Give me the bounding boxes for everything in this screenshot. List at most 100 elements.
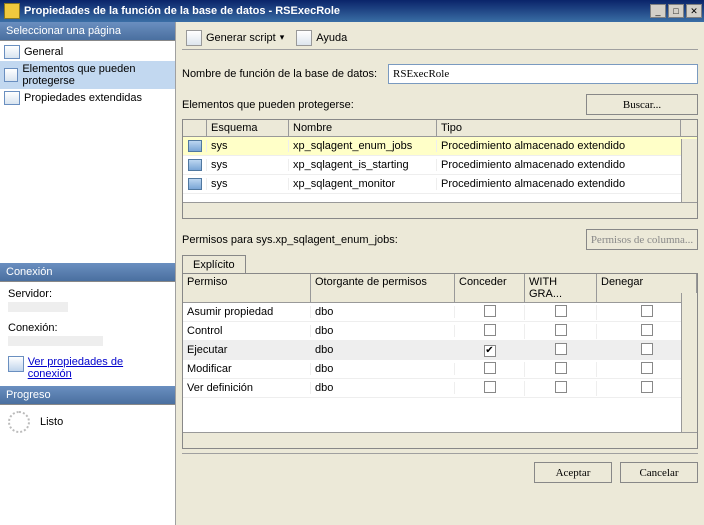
- perm-grantor: dbo: [311, 382, 455, 394]
- progress-text: Listo: [40, 416, 63, 428]
- checkbox[interactable]: [484, 305, 496, 317]
- checkbox[interactable]: [555, 343, 567, 355]
- help-label: Ayuda: [316, 32, 347, 44]
- sidebar-page-item[interactable]: General: [0, 43, 175, 61]
- grid-scroll-head: [681, 120, 697, 136]
- securables-row[interactable]: sysxp_sqlagent_monitorProcedimiento alma…: [183, 175, 697, 194]
- permissions-label: Permisos para sys.xp_sqlagent_enum_jobs:: [182, 234, 398, 246]
- select-page-header: Seleccionar una página: [0, 22, 175, 41]
- permission-row[interactable]: Ejecutardbo✔: [183, 341, 697, 360]
- cancel-button[interactable]: Cancelar: [620, 462, 698, 483]
- perm-grantor: dbo: [311, 363, 455, 375]
- help-button[interactable]: Ayuda: [292, 28, 351, 48]
- checkbox[interactable]: ✔: [484, 345, 496, 357]
- perm-grant-cell: [455, 381, 525, 396]
- securables-header-row: Elementos que pueden protegerse: Buscar.…: [182, 94, 698, 115]
- connection-props-icon: [8, 356, 24, 372]
- checkbox[interactable]: [641, 343, 653, 355]
- perm-name: Ejecutar: [183, 344, 311, 356]
- server-value: [8, 302, 68, 312]
- server-label: Servidor:: [8, 288, 167, 300]
- grid-header-schema[interactable]: Esquema: [207, 120, 289, 136]
- row-type: Procedimiento almacenado extendido: [437, 178, 697, 190]
- grid-vscrollbar[interactable]: [681, 139, 697, 202]
- checkbox[interactable]: [555, 305, 567, 317]
- row-name: xp_sqlagent_monitor: [289, 178, 437, 190]
- dialog-footer: Aceptar Cancelar: [182, 453, 698, 483]
- securables-row[interactable]: sysxp_sqlagent_enum_jobsProcedimiento al…: [183, 137, 697, 156]
- securables-grid-body: sysxp_sqlagent_enum_jobsProcedimiento al…: [183, 137, 697, 194]
- page-item-label: Propiedades extendidas: [24, 92, 142, 104]
- proc-icon: [188, 159, 202, 171]
- permissions-grid-header: Permiso Otorgante de permisos Conceder W…: [183, 274, 697, 303]
- proc-icon: [188, 178, 202, 190]
- grid-header-icon[interactable]: [183, 120, 207, 136]
- permission-row[interactable]: Asumir propiedaddbo: [183, 303, 697, 322]
- maximize-button[interactable]: □: [668, 4, 684, 18]
- checkbox[interactable]: [484, 362, 496, 374]
- generate-script-label: Generar script: [206, 32, 276, 44]
- row-name: xp_sqlagent_enum_jobs: [289, 140, 437, 152]
- perm-header-grantor[interactable]: Otorgante de permisos: [311, 274, 455, 302]
- perm-header-permission[interactable]: Permiso: [183, 274, 311, 302]
- row-type: Procedimiento almacenado extendido: [437, 159, 697, 171]
- securables-row[interactable]: sysxp_sqlagent_is_startingProcedimiento …: [183, 156, 697, 175]
- permission-row[interactable]: Ver definicióndbo: [183, 379, 697, 398]
- checkbox[interactable]: [641, 362, 653, 374]
- perm-withgrant-cell: [525, 305, 597, 320]
- view-connection-props-link[interactable]: Ver propiedades de conexión: [28, 356, 167, 380]
- perm-vscrollbar[interactable]: [681, 293, 697, 432]
- perm-name: Control: [183, 325, 311, 337]
- row-schema: sys: [207, 178, 289, 190]
- row-icon-cell: [183, 159, 207, 171]
- page-item-label: General: [24, 46, 63, 58]
- checkbox[interactable]: [555, 362, 567, 374]
- row-type: Procedimiento almacenado extendido: [437, 140, 697, 152]
- sidebar-page-item[interactable]: Propiedades extendidas: [0, 89, 175, 107]
- perm-name: Modificar: [183, 363, 311, 375]
- grid-header-type[interactable]: Tipo: [437, 120, 681, 136]
- page-icon: [4, 91, 20, 105]
- checkbox[interactable]: [555, 381, 567, 393]
- permission-row[interactable]: Modificardbo: [183, 360, 697, 379]
- help-icon: [296, 30, 312, 46]
- permissions-label-row: Permisos para sys.xp_sqlagent_enum_jobs:…: [182, 229, 698, 250]
- connection-body: Servidor: Conexión: Ver propiedades de c…: [0, 282, 175, 386]
- grid-header-name[interactable]: Nombre: [289, 120, 437, 136]
- generate-script-button[interactable]: Generar script: [182, 28, 288, 48]
- script-icon: [186, 30, 202, 46]
- securables-label: Elementos que pueden protegerse:: [182, 99, 354, 111]
- proc-icon: [188, 140, 202, 152]
- perm-withgrant-cell: [525, 381, 597, 396]
- row-name: xp_sqlagent_is_starting: [289, 159, 437, 171]
- connection-header: Conexión: [0, 263, 175, 282]
- sidebar-page-item[interactable]: Elementos que pueden protegerse: [0, 61, 175, 89]
- permission-row[interactable]: Controldbo: [183, 322, 697, 341]
- minimize-button[interactable]: _: [650, 4, 666, 18]
- progress-spinner-icon: [8, 411, 30, 433]
- row-schema: sys: [207, 159, 289, 171]
- checkbox[interactable]: [484, 324, 496, 336]
- role-name-input[interactable]: [388, 64, 698, 84]
- perm-withgrant-cell: [525, 362, 597, 377]
- checkbox[interactable]: [641, 305, 653, 317]
- perm-withgrant-cell: [525, 343, 597, 358]
- checkbox[interactable]: [484, 381, 496, 393]
- connection-value: [8, 336, 103, 346]
- perm-grantor: dbo: [311, 325, 455, 337]
- tab-explicit[interactable]: Explícito: [182, 255, 246, 274]
- ok-button[interactable]: Aceptar: [534, 462, 612, 483]
- page-list: General Elementos que pueden protegerse Pr…: [0, 41, 175, 263]
- perm-hscrollbar[interactable]: [183, 432, 697, 448]
- page-icon: [4, 45, 20, 59]
- permissions-tabs: Explícito: [182, 254, 698, 273]
- grid-hscrollbar[interactable]: [183, 202, 697, 218]
- perm-header-withgrant[interactable]: WITH GRA...: [525, 274, 597, 302]
- perm-header-grant[interactable]: Conceder: [455, 274, 525, 302]
- close-button[interactable]: ✕: [686, 4, 702, 18]
- checkbox[interactable]: [641, 324, 653, 336]
- search-button[interactable]: Buscar...: [586, 94, 698, 115]
- checkbox[interactable]: [641, 381, 653, 393]
- main-area: Seleccionar una página General Elementos …: [0, 22, 704, 525]
- checkbox[interactable]: [555, 324, 567, 336]
